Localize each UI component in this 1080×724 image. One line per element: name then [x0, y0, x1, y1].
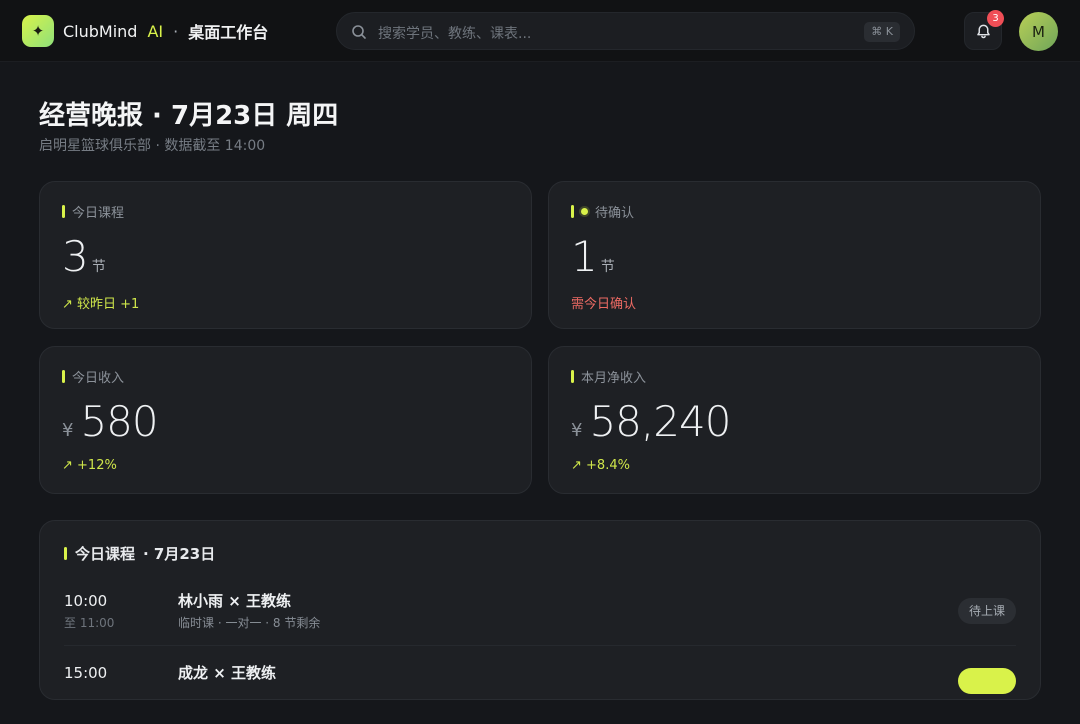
search-placeholder: 搜索学员、教练、课表...: [378, 26, 532, 42]
stat-value: 1 节: [571, 232, 615, 281]
page-subtitle: 启明星篮球俱乐部 · 数据截至 14:00: [39, 138, 266, 154]
course-end-time: 至 11:00: [64, 616, 115, 630]
stat-label: 今日课程: [62, 202, 124, 221]
bell-icon: [976, 24, 990, 38]
stat-card-month-net-income[interactable]: 本月净收入 ¥ 58,240 ↗ +8.4%: [548, 346, 1041, 494]
notification-count-badge: 3: [987, 10, 1004, 27]
stat-number: 1: [571, 232, 598, 281]
schedule-date: · 7月23日: [143, 545, 216, 563]
brand-separator: ·: [173, 21, 179, 41]
accent-bar-icon: [64, 547, 67, 560]
stat-card-today-income[interactable]: 今日收入 ¥ 580 ↗ +12%: [39, 346, 532, 494]
course-meta: 临时课 · 一对一 · 8 节剩余: [178, 616, 321, 630]
course-start-time: 15:00: [64, 664, 108, 682]
search-icon: [352, 25, 366, 39]
stat-value: 3 节: [62, 232, 106, 281]
stat-card-today-courses[interactable]: 今日课程 3 节 ↗ 较昨日 +1: [39, 181, 532, 329]
user-avatar[interactable]: M: [1019, 12, 1058, 51]
accent-bar-icon: [62, 370, 65, 383]
stat-warning: 需今日确认: [571, 297, 637, 312]
search-shortcut: ⌘ K: [864, 22, 900, 42]
page-title: 经营晚报 · 7月23日 周四: [39, 101, 339, 131]
stat-value: ¥ 58,240: [571, 397, 731, 446]
stat-card-pending[interactable]: 待确认 1 节 需今日确认: [548, 181, 1041, 329]
stat-unit: 节: [91, 259, 106, 275]
stat-unit: 节: [600, 259, 615, 275]
stat-label-text: 待确认: [595, 206, 635, 221]
workspace-name: 桌面工作台: [188, 23, 269, 42]
schedule-title-text: 今日课程: [75, 545, 136, 563]
search-input[interactable]: 搜索学员、教练、课表... ⌘ K: [336, 12, 915, 50]
today-schedule-card: 今日课程 · 7月23日 10:00 至 11:00 林小雨 × 王教练 临时课…: [39, 520, 1041, 700]
accent-bar-icon: [62, 205, 65, 218]
stat-number: 3: [62, 232, 89, 281]
row-divider: [64, 645, 1016, 646]
currency-symbol: ¥: [571, 420, 583, 441]
top-bar: ✦ ClubMind AI · 桌面工作台 搜索学员、教练、课表... ⌘ K …: [0, 0, 1080, 62]
course-participants: 林小雨 × 王教练: [178, 592, 292, 610]
stat-label-text: 今日收入: [72, 371, 125, 386]
stat-trend: ↗ 较昨日 +1: [62, 297, 140, 312]
app-name: ClubMind: [63, 21, 138, 41]
brand: ClubMind AI · 桌面工作台: [63, 20, 269, 43]
stat-trend: ↗ +8.4%: [571, 458, 630, 473]
accent-bar-icon: [571, 370, 574, 383]
stat-number: 58,240: [589, 397, 731, 446]
stat-label-text: 今日课程: [72, 206, 125, 221]
course-start-time: 10:00: [64, 592, 108, 610]
stat-value: ¥ 580: [62, 397, 159, 446]
course-participants: 成龙 × 王教练: [178, 664, 277, 682]
stat-label: 今日收入: [62, 367, 124, 386]
stat-trend: ↗ +12%: [62, 458, 117, 473]
stat-label-text: 本月净收入: [581, 371, 647, 386]
accent-bar-icon: [571, 205, 574, 218]
stat-label: 本月净收入: [571, 367, 646, 386]
course-status-badge[interactable]: 待上课: [957, 598, 1016, 624]
ai-tag: AI: [147, 21, 164, 41]
currency-symbol: ¥: [62, 420, 74, 441]
app-logo-icon[interactable]: ✦: [22, 15, 54, 47]
schedule-row[interactable]: 10:00 至 11:00 林小雨 × 王教练 临时课 · 一对一 · 8 节剩…: [64, 592, 1016, 652]
course-status-badge[interactable]: [958, 668, 1016, 694]
pending-dot-icon: [581, 208, 588, 215]
stat-label: 待确认: [571, 202, 634, 221]
stat-number: 580: [80, 397, 158, 446]
schedule-title: 今日课程 · 7月23日: [64, 543, 215, 564]
schedule-row[interactable]: 15:00 成龙 × 王教练: [64, 664, 1016, 724]
